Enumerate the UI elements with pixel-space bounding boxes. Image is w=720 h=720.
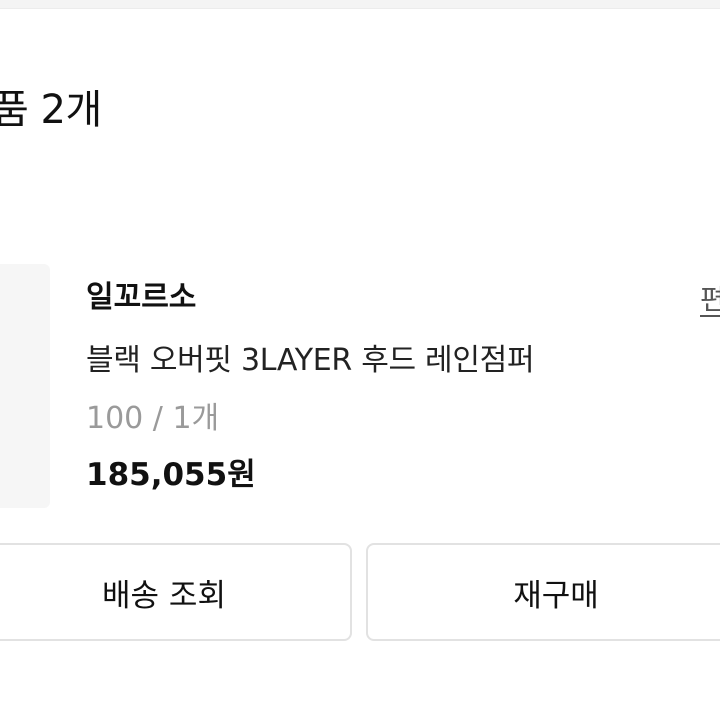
order-detail-page: 품 2개 일꼬르소 편 블랙 오버핏 3LAYER 후드 레인점퍼 100 / …: [0, 0, 720, 720]
edit-link[interactable]: 편: [700, 280, 720, 320]
brand-name[interactable]: 일꼬르소: [86, 278, 196, 318]
track-delivery-label: 배송 조회: [102, 577, 226, 614]
track-delivery-button[interactable]: 배송 조회: [0, 543, 352, 641]
product-price: 185,055원: [86, 457, 256, 493]
product-thumbnail[interactable]: [0, 264, 50, 508]
product-option: 100 / 1개: [86, 401, 220, 436]
product-name[interactable]: 블랙 오버핏 3LAYER 후드 레인점퍼: [86, 340, 535, 382]
order-items-count-title: 품 2개: [0, 87, 102, 133]
top-divider: [0, 0, 720, 9]
reorder-label: 재구매: [513, 577, 599, 614]
reorder-button[interactable]: 재구매: [366, 543, 720, 641]
